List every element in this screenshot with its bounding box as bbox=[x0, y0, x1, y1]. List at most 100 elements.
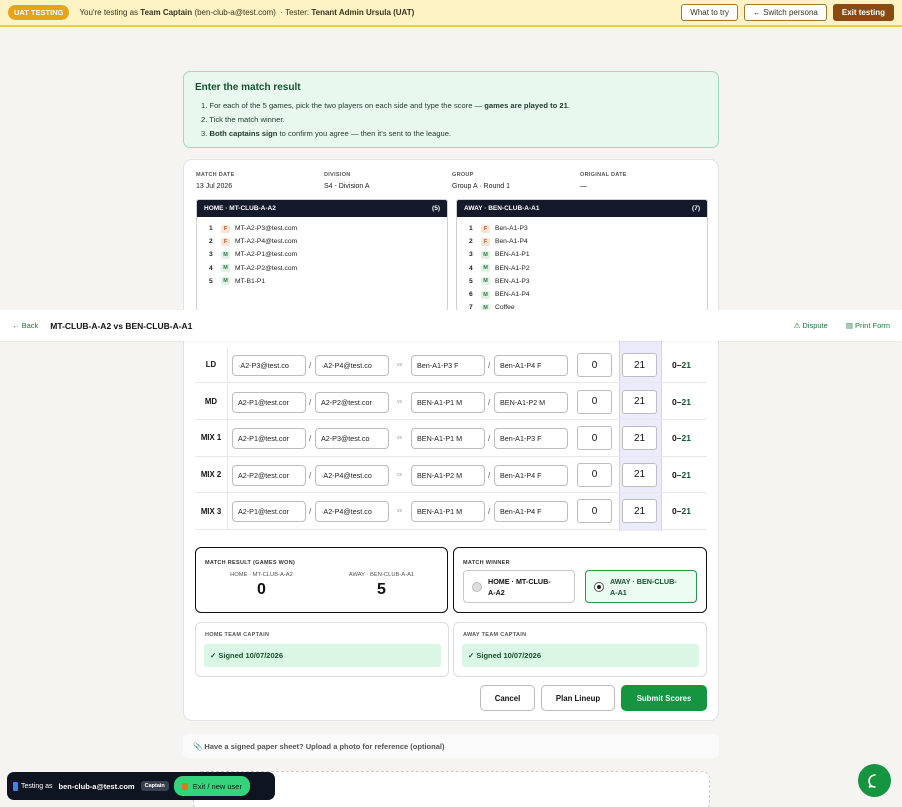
player-number: 4 bbox=[469, 264, 473, 272]
home-player-1-select[interactable]: A2-P2@test.cor bbox=[232, 464, 306, 486]
uat-banner: UAT TESTING You're testing as Team Capta… bbox=[0, 0, 902, 27]
game-row: MIX 3 A2-P1@test.cor / ·A2-P4@test.co vs BEN-… bbox=[195, 493, 707, 530]
home-team-roster: HOME · MT-CLUB-A-A2 (5) 1 F MT-A2-P3@test.c… bbox=[196, 199, 448, 311]
player-name: MT-A2-P4@test.com bbox=[235, 238, 298, 246]
pair-separator: / bbox=[309, 507, 312, 517]
pair-separator: / bbox=[488, 361, 491, 370]
away-player-1-select[interactable]: BEN-A1-P1 M bbox=[411, 428, 485, 450]
gender-badge: M bbox=[481, 250, 490, 259]
home-score-input[interactable]: 0 bbox=[577, 426, 612, 451]
pair-separator: / bbox=[309, 397, 312, 407]
pair-separator: / bbox=[309, 434, 312, 444]
dispute-link[interactable]: ⚠ Dispute bbox=[794, 321, 828, 330]
away-player-row: 5 M BEN-A1-P3 bbox=[469, 275, 707, 288]
plan-lineup-button[interactable]: Plan Lineup bbox=[541, 685, 615, 711]
submit-scores-button[interactable]: Submit Scores bbox=[621, 685, 707, 711]
player-number: 3 bbox=[209, 251, 213, 259]
gender-badge: F bbox=[221, 237, 230, 246]
away-player-2-select[interactable]: BEN-A1-P2 M bbox=[494, 391, 568, 413]
match-winner-box: MATCH WINNER HOME · MT-CLUB- A-A2 AWAY · … bbox=[453, 547, 707, 613]
away-player-row: 2 F Ben-A1-P4 bbox=[469, 235, 707, 248]
away-player-row: 1 F Ben-A1-P3 bbox=[469, 222, 707, 235]
gender-badge: F bbox=[481, 237, 490, 246]
tester-name: Tenant Admin Ursula (UAT) bbox=[311, 8, 415, 17]
home-team-header: HOME · MT-CLUB-A-A2 (5) bbox=[197, 200, 447, 217]
player-name: Ben-A1-P4 bbox=[495, 238, 528, 246]
radio-icon[interactable] bbox=[472, 581, 482, 592]
game-name: MIX 1 bbox=[195, 420, 228, 456]
print-form-link[interactable]: ▤ Print Form bbox=[846, 321, 890, 330]
away-player-1-select[interactable]: BEN-A1-P2 M bbox=[411, 464, 485, 486]
home-player-2-select[interactable]: ·A2-P4@test.co bbox=[315, 355, 389, 376]
switch-persona-button[interactable]: ← Switch persona bbox=[743, 4, 827, 21]
instruction-1: 1. For each of the 5 games, pick the two… bbox=[201, 101, 570, 110]
chat-button[interactable] bbox=[858, 764, 891, 797]
radio-selected-icon[interactable] bbox=[594, 581, 604, 592]
home-player-2-select[interactable]: A2-P3@test.co bbox=[315, 428, 389, 450]
away-player-2-select[interactable]: Ben-A1-P4 F bbox=[494, 501, 568, 523]
home-player-1-select[interactable]: A2-P1@test.cor bbox=[232, 501, 306, 523]
away-score-input[interactable]: 21 bbox=[622, 499, 657, 524]
instruction-2: 2. Tick the match winner. bbox=[201, 115, 285, 124]
winner-option-away[interactable]: AWAY · BEN-CLUB- A-A1 bbox=[585, 570, 697, 603]
away-player-1-select[interactable]: BEN-A1-P1 M bbox=[411, 501, 485, 523]
winner-option-home[interactable]: HOME · MT-CLUB- A-A2 bbox=[463, 570, 575, 603]
uat-persona-text: You're testing as Team Captain (ben-club… bbox=[79, 8, 415, 17]
away-games-won: 5 bbox=[377, 581, 386, 598]
home-player-2-select[interactable]: ·A2-P4@test.co bbox=[315, 464, 389, 486]
what-to-try-button[interactable]: What to try bbox=[681, 4, 738, 21]
game-row: LD ·A2-P3@test.co / ·A2-P4@test.co vs Ben-A1-… bbox=[195, 347, 707, 384]
away-score-input[interactable]: 21 bbox=[622, 389, 657, 414]
player-number: 1 bbox=[469, 225, 473, 233]
home-score-input[interactable]: 0 bbox=[577, 499, 612, 524]
away-player-1-select[interactable]: BEN-A1-P1 M bbox=[411, 391, 485, 413]
back-link[interactable]: ← Back bbox=[12, 321, 38, 330]
home-player-2-select[interactable]: ·A2-P4@test.co bbox=[315, 501, 389, 523]
player-number: 2 bbox=[209, 238, 213, 246]
player-number: 5 bbox=[209, 277, 213, 285]
match-title: MT-CLUB-A-A2 vs BEN-CLUB-A-A1 bbox=[50, 320, 193, 331]
home-player-1-select[interactable]: A2-P1@test.cor bbox=[232, 428, 306, 450]
away-score-input[interactable]: 21 bbox=[622, 426, 657, 451]
pair-separator: / bbox=[488, 470, 491, 480]
away-score-input[interactable]: 21 bbox=[622, 353, 657, 377]
vs-label: vs bbox=[397, 435, 402, 442]
match-result-box: MATCH RESULT (GAMES WON) HOME · MT-CLUB-… bbox=[195, 547, 448, 613]
player-name: MT-B1-P1 bbox=[235, 277, 266, 285]
game-row: MIX 2 A2-P2@test.cor / ·A2-P4@test.co vs BEN-… bbox=[195, 456, 707, 494]
away-player-1-select[interactable]: Ben-A1-P3 F bbox=[411, 355, 485, 376]
door-icon bbox=[181, 782, 188, 790]
game-row: MIX 1 A2-P1@test.cor / A2-P3@test.co vs BEN-A… bbox=[195, 420, 707, 457]
exit-testing-button[interactable]: Exit testing bbox=[832, 4, 894, 21]
gender-badge: M bbox=[481, 277, 490, 286]
chat-icon bbox=[867, 773, 876, 788]
testing-as-pill: Testing as ben-club-a@test.com Captain E… bbox=[7, 772, 275, 800]
home-player-1-select[interactable]: ·A2-P3@test.co bbox=[232, 355, 306, 376]
cancel-button[interactable]: Cancel bbox=[480, 685, 535, 711]
home-score-input[interactable]: 0 bbox=[577, 389, 612, 414]
pair-separator: / bbox=[488, 397, 491, 407]
home-score-input[interactable]: 0 bbox=[577, 462, 612, 487]
player-number: 5 bbox=[469, 277, 473, 285]
upload-prompt: 📎 Have a signed paper sheet? Upload a ph… bbox=[183, 734, 719, 758]
uat-badge: UAT TESTING bbox=[8, 5, 70, 20]
player-name: Ben-A1-P3 bbox=[495, 225, 528, 233]
gender-badge: F bbox=[221, 224, 230, 233]
gender-badge: F bbox=[481, 224, 490, 233]
vs-label: vs bbox=[397, 398, 402, 405]
home-score-input[interactable]: 0 bbox=[577, 353, 612, 377]
pair-separator: / bbox=[309, 470, 312, 480]
away-player-2-select[interactable]: Ben-A1-P3 F bbox=[494, 428, 568, 450]
pair-separator: / bbox=[309, 361, 312, 370]
away-player-2-select[interactable]: Ben-A1-P4 F bbox=[494, 355, 568, 376]
home-player-2-select[interactable]: A2-P2@test.cor bbox=[315, 391, 389, 413]
match-date: 13 Jul 2026 bbox=[196, 183, 233, 190]
away-player-2-select[interactable]: Ben-A1-P4 F bbox=[494, 464, 568, 486]
gender-badge: M bbox=[481, 290, 490, 299]
testing-email: ben-club-a@test.com bbox=[58, 781, 135, 791]
away-team-header: AWAY · BEN-CLUB-A-A1 (7) bbox=[457, 200, 707, 217]
home-player-1-select[interactable]: A2-P1@test.cor bbox=[232, 391, 306, 413]
away-score-input[interactable]: 21 bbox=[622, 462, 657, 487]
game-name: MIX 2 bbox=[195, 456, 228, 493]
exit-new-user-button[interactable]: Exit / new user bbox=[173, 776, 250, 796]
